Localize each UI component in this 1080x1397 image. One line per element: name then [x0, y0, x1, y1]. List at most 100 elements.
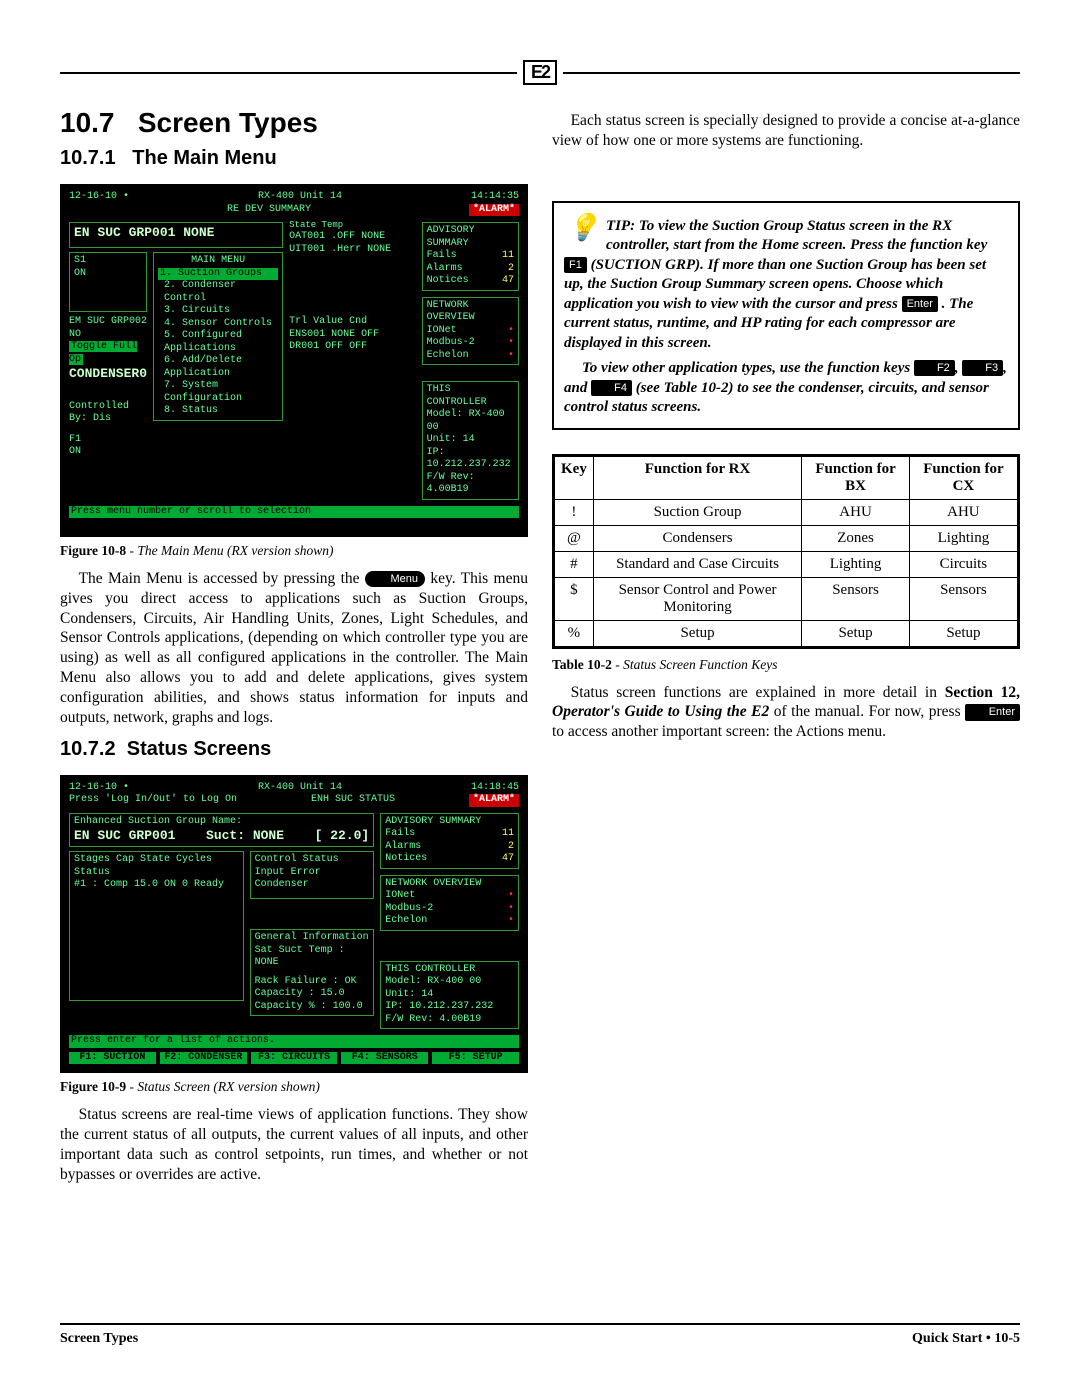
caption-label: Table 10-2 [552, 657, 612, 672]
adv-value: 2 [508, 841, 514, 854]
gen-line: Capacity : 15.0 [255, 988, 370, 1001]
ctrl-title: THIS CONTROLLER [385, 964, 514, 977]
advisory-title: ADVISORY SUMMARY [427, 225, 514, 250]
function-key-bar: F1: SUCTION F2: CONDENSER F3: CIRCUITS F… [69, 1052, 519, 1065]
status-screens-paragraph: Status screens are real-time views of ap… [60, 1105, 528, 1184]
figure-10-8-screenshot: 12-16-10 • RX-400 Unit 14 14:14:35 RE DE… [60, 184, 528, 537]
alarm-badge: *ALARM* [469, 794, 519, 807]
section-heading: 10.7 Screen Types [60, 107, 528, 139]
section-ref: Section 12, [945, 684, 1020, 701]
rule-line [563, 72, 1020, 74]
menu-item[interactable]: 2. Condenser Control [158, 280, 278, 305]
s1-state: ON [74, 268, 86, 279]
table-cell: Circuits [909, 551, 1018, 577]
table-cell: @ [554, 525, 594, 551]
table-cell: # [554, 551, 594, 577]
subsection-number: 10.7.2 [60, 738, 116, 760]
section-number: 10.7 [60, 107, 115, 138]
f5-tab[interactable]: F5: SETUP [432, 1052, 519, 1065]
f3-tab[interactable]: F3: CIRCUITS [251, 1052, 338, 1065]
side-text: Controlled By: Dis [69, 401, 129, 425]
ctrl-line: Model: RX-400 00 [385, 976, 514, 989]
table-cell: Sensor Control and Power Monitoring [593, 577, 801, 620]
gen-title: General Information [255, 932, 370, 945]
term-date: 12-16-10 • [69, 782, 129, 795]
term-unit: RX-400 Unit 14 [258, 191, 342, 204]
table-cell: AHU [909, 499, 1018, 525]
tbl-row: DR001 OFF OFF [289, 341, 416, 354]
stage-header: Stages Cap State Cycles Status [74, 854, 239, 879]
f1-key-icon: F1 [564, 257, 587, 273]
f4-key-icon: F4 [591, 380, 632, 396]
side-text: CONDENSER0 [69, 366, 147, 381]
f2-key-icon: F2 [914, 360, 955, 376]
caption-desc: - Status Screen Function Keys [612, 657, 778, 672]
table-cell: Suction Group [593, 499, 801, 525]
table-cell: Setup [593, 620, 801, 647]
table-row: % Setup Setup Setup [554, 620, 1019, 647]
text: to access another important screen: the … [552, 723, 886, 740]
menu-item[interactable]: 5. Configured Applications [158, 330, 278, 355]
text: Status screen functions are explained in… [571, 684, 945, 701]
adv-label: Alarms [427, 263, 463, 276]
suct-value: [ 22.0] [315, 828, 370, 844]
footer-right: Quick Start • 10-5 [912, 1331, 1020, 1347]
figure-10-8-caption: Figure 10-8 - The Main Menu (RX version … [60, 543, 528, 559]
text: of the manual. For now, press [769, 703, 965, 720]
caption-desc: - Status Screen (RX version shown) [126, 1079, 320, 1094]
subsection-number: 10.7.1 [60, 147, 116, 169]
f1-tab[interactable]: F1: SUCTION [69, 1052, 156, 1065]
status-dot-icon: • [508, 903, 514, 916]
tip-box: 💡 TIP: To view the Suction Group Status … [552, 201, 1020, 430]
table-cell: Zones [802, 525, 910, 551]
adv-label: Fails [427, 250, 457, 263]
menu-item[interactable]: 8. Status [158, 405, 278, 418]
caption-label: Figure 10-9 [60, 1079, 126, 1094]
table-cell: AHU [802, 499, 910, 525]
stage-row: #1 : Comp 15.0 ON 0 Ready [74, 879, 239, 892]
table-header: Function for CX [909, 455, 1018, 499]
term-subtitle: RE DEV SUMMARY [227, 204, 311, 217]
figure-10-9-screenshot: 12-16-10 • RX-400 Unit 14 14:18:45 Press… [60, 775, 528, 1074]
advisory-title: ADVISORY SUMMARY [385, 816, 514, 829]
term-unit: RX-400 Unit 14 [258, 782, 342, 795]
figure-10-9-caption: Figure 10-9 - Status Screen (RX version … [60, 1079, 528, 1095]
table-row: @ Condensers Zones Lighting [554, 525, 1019, 551]
status-dot-icon: • [508, 325, 514, 338]
term-footer-hint: Press menu number or scroll to selection [69, 506, 519, 519]
table-10-2-caption: Table 10-2 - Status Screen Function Keys [552, 657, 1020, 673]
section-title: Screen Types [138, 107, 318, 138]
menu-item[interactable]: 3. Circuits [158, 305, 278, 318]
table-cell: Lighting [802, 551, 910, 577]
ctrl-line: IP: 10.212.237.232 [385, 1001, 514, 1014]
f4-tab[interactable]: F4: SENSORS [341, 1052, 428, 1065]
e2-logo: E2 [523, 60, 557, 85]
net-item: IONet [427, 325, 457, 338]
ctrl-status-line: Condenser [255, 879, 370, 892]
gen-line: Rack Failure : OK [255, 976, 370, 989]
tip-lead: TIP: To view the Suction Group Status sc… [606, 218, 987, 254]
menu-item[interactable]: 1. Suction Groups [158, 268, 278, 281]
table-cell: Standard and Case Circuits [593, 551, 801, 577]
term-date: 12-16-10 • [69, 191, 129, 204]
term-time: 14:14:35 [471, 191, 519, 204]
ctrl-line: IP: 10.212.237.232 [427, 447, 514, 472]
menu-item[interactable]: 4. Sensor Controls [158, 318, 278, 331]
status-dot-icon: • [508, 890, 514, 903]
term-footer-hint: Press enter for a list of actions. [69, 1035, 519, 1048]
page-footer: Screen Types Quick Start • 10-5 [60, 1323, 1020, 1347]
subsection-title: The Main Menu [132, 147, 276, 169]
main-menu-title: MAIN MENU [158, 255, 278, 268]
menu-item[interactable]: 6. Add/Delete Application [158, 355, 278, 380]
table-cell: Sensors [802, 577, 910, 620]
table-cell: Condensers [593, 525, 801, 551]
caption-desc: - The Main Menu (RX version shown) [126, 543, 333, 558]
adv-value: 11 [502, 828, 514, 841]
section-ref-title: Operator's Guide to Using the E2 [552, 703, 769, 720]
ctrl-line: F/W Rev: 4.00B19 [385, 1014, 514, 1027]
status-dot-icon: • [508, 915, 514, 928]
menu-item[interactable]: 7. System Configuration [158, 380, 278, 405]
ctrl-status-line: Input Error [255, 867, 370, 880]
table-cell: ! [554, 499, 594, 525]
f2-tab[interactable]: F2: CONDENSER [160, 1052, 247, 1065]
